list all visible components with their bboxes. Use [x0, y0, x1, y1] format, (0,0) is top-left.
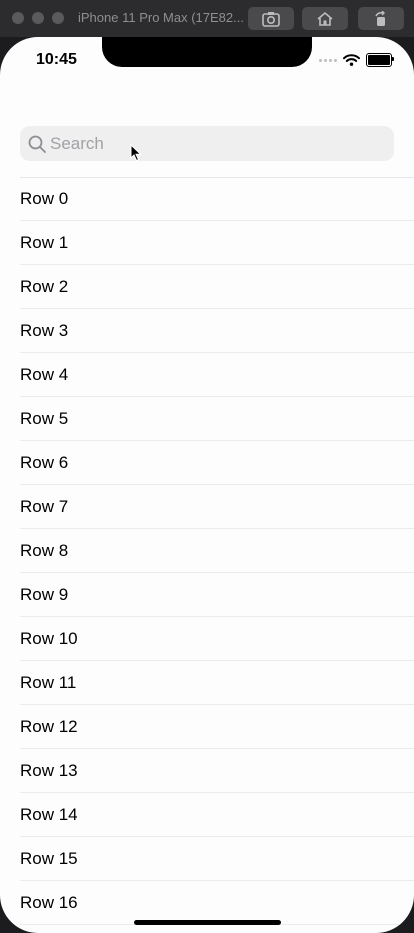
search-icon	[28, 135, 46, 153]
row-label: Row 12	[20, 717, 78, 736]
table-row[interactable]: Row 14	[0, 793, 414, 837]
table-list[interactable]: Row 0 Row 1 Row 2 Row 3 Row 4 Row 5 Row 6 Row 7…	[0, 177, 414, 925]
status-time: 10:45	[36, 51, 77, 68]
minimize-window-button[interactable]	[32, 12, 44, 24]
status-indicators	[319, 53, 394, 67]
table-row[interactable]: Row 12	[0, 705, 414, 749]
table-row[interactable]: Row 3	[0, 309, 414, 353]
row-label: Row 5	[20, 409, 69, 428]
row-label: Row 13	[20, 761, 78, 780]
table-row[interactable]: Row 11	[0, 661, 414, 705]
camera-icon	[262, 11, 280, 27]
row-label: Row 8	[20, 541, 69, 560]
row-label: Row 6	[20, 453, 69, 472]
rotate-button[interactable]	[358, 7, 404, 30]
row-label: Row 10	[20, 629, 78, 648]
notch	[102, 37, 312, 67]
table-row[interactable]: Row 0	[0, 177, 414, 221]
row-label: Row 15	[20, 849, 78, 868]
table-row[interactable]: Row 6	[0, 441, 414, 485]
table-row[interactable]: Row 5	[0, 397, 414, 441]
home-icon	[317, 11, 333, 26]
table-row[interactable]: Row 7	[0, 485, 414, 529]
table-row[interactable]: Row 4	[0, 353, 414, 397]
row-label: Row 1	[20, 233, 69, 252]
close-window-button[interactable]	[12, 12, 24, 24]
simulator-title: iPhone 11 Pro Max (17E82...	[78, 10, 244, 25]
table-row[interactable]: Row 16	[0, 881, 414, 925]
table-row[interactable]: Row 1	[0, 221, 414, 265]
table-row[interactable]: Row 15	[0, 837, 414, 881]
row-label: Row 9	[20, 585, 69, 604]
row-label: Row 14	[20, 805, 78, 824]
search-field[interactable]: Search	[20, 126, 394, 161]
row-label: Row 0	[20, 189, 69, 208]
row-label: Row 2	[20, 277, 69, 296]
phone-screen: 10:45 Search Row 0 Row 1 Row 2 Row 3 Row 4 Ro…	[0, 37, 414, 933]
row-label: Row 4	[20, 365, 69, 384]
table-row[interactable]: Row 13	[0, 749, 414, 793]
search-placeholder: Search	[50, 134, 104, 153]
table-row[interactable]: Row 2	[0, 265, 414, 309]
mouse-cursor-icon	[130, 144, 142, 162]
wifi-icon	[343, 54, 360, 66]
cellular-signal-icon	[319, 58, 337, 62]
home-button[interactable]	[302, 7, 348, 30]
battery-icon	[366, 53, 394, 67]
table-row[interactable]: Row 9	[0, 573, 414, 617]
rotate-icon	[375, 10, 385, 26]
zoom-window-button[interactable]	[52, 12, 64, 24]
simulator-title-bar: iPhone 11 Pro Max (17E82...	[0, 0, 414, 37]
row-label: Row 3	[20, 321, 69, 340]
row-label: Row 11	[20, 673, 77, 692]
table-row[interactable]: Row 8	[0, 529, 414, 573]
row-label: Row 7	[20, 497, 69, 516]
home-indicator[interactable]	[134, 920, 281, 925]
row-label: Row 16	[20, 893, 78, 912]
table-row[interactable]: Row 10	[0, 617, 414, 661]
screenshot-button[interactable]	[248, 7, 294, 30]
